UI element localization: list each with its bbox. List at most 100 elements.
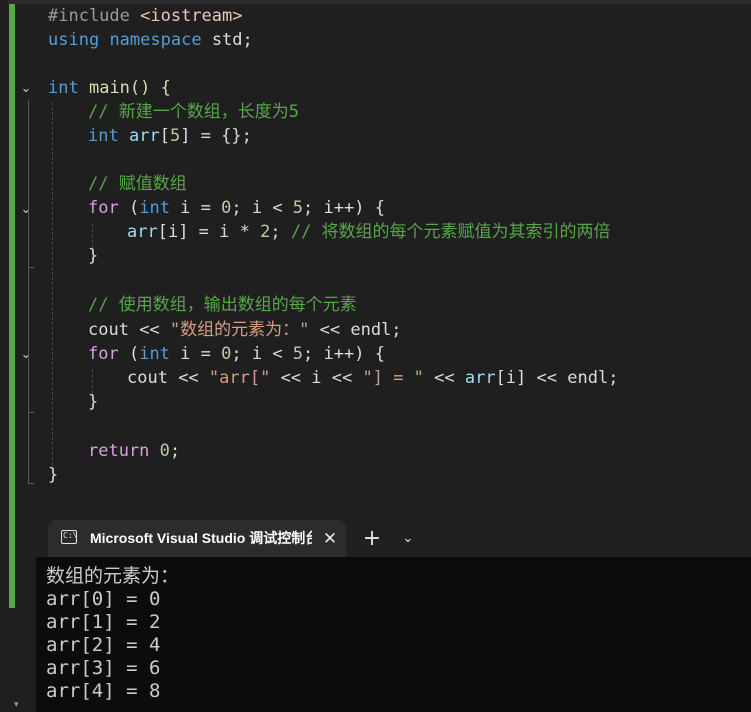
stream-operator: << (321, 368, 363, 388)
code-line-15: for (int i = 0; i < 5; i++) { (88, 342, 385, 366)
code-line-20: } (48, 463, 58, 487)
for1-scope-line (28, 221, 29, 267)
for-init: i = (169, 344, 222, 364)
variable-arr: arr (127, 222, 158, 242)
endl-statement: endl; (350, 320, 402, 340)
chevron-down-icon[interactable]: ⌄ (397, 527, 419, 551)
change-tracking-bar (9, 4, 15, 608)
editor-left-margin (0, 0, 8, 712)
for-condition: ; i < (231, 344, 293, 364)
number-literal: 2 (260, 222, 271, 242)
close-icon[interactable]: ✕ (320, 529, 340, 549)
array-index: [i] (495, 368, 527, 388)
number-literal: 0 (159, 441, 170, 461)
include-header: <iostream> (140, 6, 243, 26)
console-tab-bar: C:\ Microsoft Visual Studio 调试控制台 ✕ + ⌄ (36, 507, 751, 557)
number-literal: 5 (292, 198, 304, 218)
for2-scope-end (28, 412, 34, 413)
keyword-int: int (48, 78, 79, 98)
number-literal: 0 (221, 198, 232, 218)
code-line-14: cout << "数组的元素为：" << endl; (88, 318, 402, 342)
assignment-expr: [i] = i * (157, 222, 261, 242)
keyword-int: int (139, 344, 170, 364)
for-condition: ; i < (231, 198, 293, 218)
output-line: arr[1] = 2 (46, 611, 161, 633)
output-line: arr[2] = 4 (46, 634, 161, 656)
stream-operator: << (423, 368, 465, 388)
declaration-rest: ] = {}; (180, 126, 252, 146)
number-literal: 5 (169, 126, 181, 146)
indent-guide-main (52, 102, 53, 470)
endl-statement: endl; (567, 368, 619, 388)
code-line-17: } (88, 390, 98, 414)
cout-stream: cout (127, 368, 168, 388)
stream-operator: << (526, 368, 568, 388)
keyword-for: for (88, 344, 119, 364)
code-line-6: int arr[5] = {}; (88, 124, 252, 148)
main-scope-end (28, 483, 34, 484)
keyword-using: using (48, 30, 100, 50)
string-literal: "] = " (362, 368, 424, 388)
code-line-8: // 赋值数组 (88, 172, 187, 196)
output-line: arr[0] = 0 (46, 588, 161, 610)
code-line-19: return 0; (88, 439, 180, 463)
comment-use: // 使用数组，输出数组的每个元素 (88, 295, 357, 315)
keyword-return: return (88, 441, 150, 461)
code-line-13: // 使用数组，输出数组的每个元素 (88, 293, 357, 317)
code-line-4: int main() { (48, 76, 171, 100)
string-literal: "arr[" (208, 368, 271, 388)
stream-operator: << (270, 368, 312, 388)
main-scope-line (28, 100, 29, 483)
close-brace: } (48, 465, 59, 485)
comment-new-array: // 新建一个数组，长度为5 (88, 102, 299, 122)
tab-title: Microsoft Visual Studio 调试控制台 (90, 530, 312, 546)
statement-end: ; (169, 441, 181, 461)
string-literal: "数组的元素为：" (169, 320, 310, 340)
fold-for1-chevron-down-icon[interactable]: ⌄ (19, 203, 33, 217)
code-line-10: arr[i] = i * 2; // 将数组的每个元素赋值为其索引的两倍 (127, 220, 611, 244)
stream-operator: << (167, 368, 209, 388)
output-line: arr[3] = 6 (46, 657, 161, 679)
keyword-for: for (88, 198, 119, 218)
console-output: 数组的元素为： arr[0] = 0 arr[1] = 2 arr[2] = 4… (46, 565, 179, 703)
for1-scope-end (28, 267, 34, 268)
code-line-11: } (88, 244, 98, 268)
for-init: i = (169, 198, 222, 218)
code-line-1: #include <iostream> (48, 4, 243, 28)
debug-console-window[interactable]: C:\ Microsoft Visual Studio 调试控制台 ✕ + ⌄ … (36, 507, 751, 712)
variable-arr: arr (464, 368, 496, 388)
comment-assign-detail: // 将数组的每个元素赋值为其索引的两倍 (290, 222, 611, 242)
cout-stream: cout (88, 320, 129, 340)
for-increment: ; i++) { (303, 344, 385, 364)
console-tab[interactable]: C:\ Microsoft Visual Studio 调试控制台 ✕ (48, 520, 346, 557)
code-line-9: for (int i = 0; i < 5; i++) { (88, 196, 385, 220)
code-line-16: cout << "arr[" << i << "] = " << arr[i] … (127, 366, 618, 390)
code-line-2: using namespace std; (48, 28, 253, 52)
statement-end: ; (270, 222, 281, 242)
paren-open: ( (128, 198, 140, 218)
scroll-down-arrow-icon[interactable]: ▾ (14, 700, 19, 710)
variable-arr: arr (128, 126, 160, 146)
stream-operator: << (128, 320, 170, 340)
preprocessor-directive: #include (48, 6, 130, 26)
variable-i: i (311, 368, 322, 388)
output-line: 数组的元素为： (46, 565, 180, 587)
keyword-namespace: namespace (109, 30, 202, 50)
namespace-std: std; (211, 30, 253, 50)
terminal-icon: C:\ (61, 530, 77, 544)
for-increment: ; i++) { (303, 198, 385, 218)
stream-operator: << (309, 320, 351, 340)
close-brace: } (88, 392, 99, 412)
output-line: arr[4] = 8 (46, 680, 161, 702)
function-main: main() { (88, 78, 171, 98)
comment-assign: // 赋值数组 (88, 174, 187, 194)
keyword-int: int (139, 198, 170, 218)
keyword-int: int (88, 126, 119, 146)
close-brace: } (88, 246, 99, 266)
fold-for2-chevron-down-icon[interactable]: ⌄ (19, 348, 33, 362)
number-literal: 5 (292, 344, 304, 364)
number-literal: 0 (221, 344, 232, 364)
plus-icon[interactable]: + (360, 527, 384, 551)
paren-open: ( (128, 344, 140, 364)
fold-main-chevron-down-icon[interactable]: ⌄ (19, 82, 33, 96)
